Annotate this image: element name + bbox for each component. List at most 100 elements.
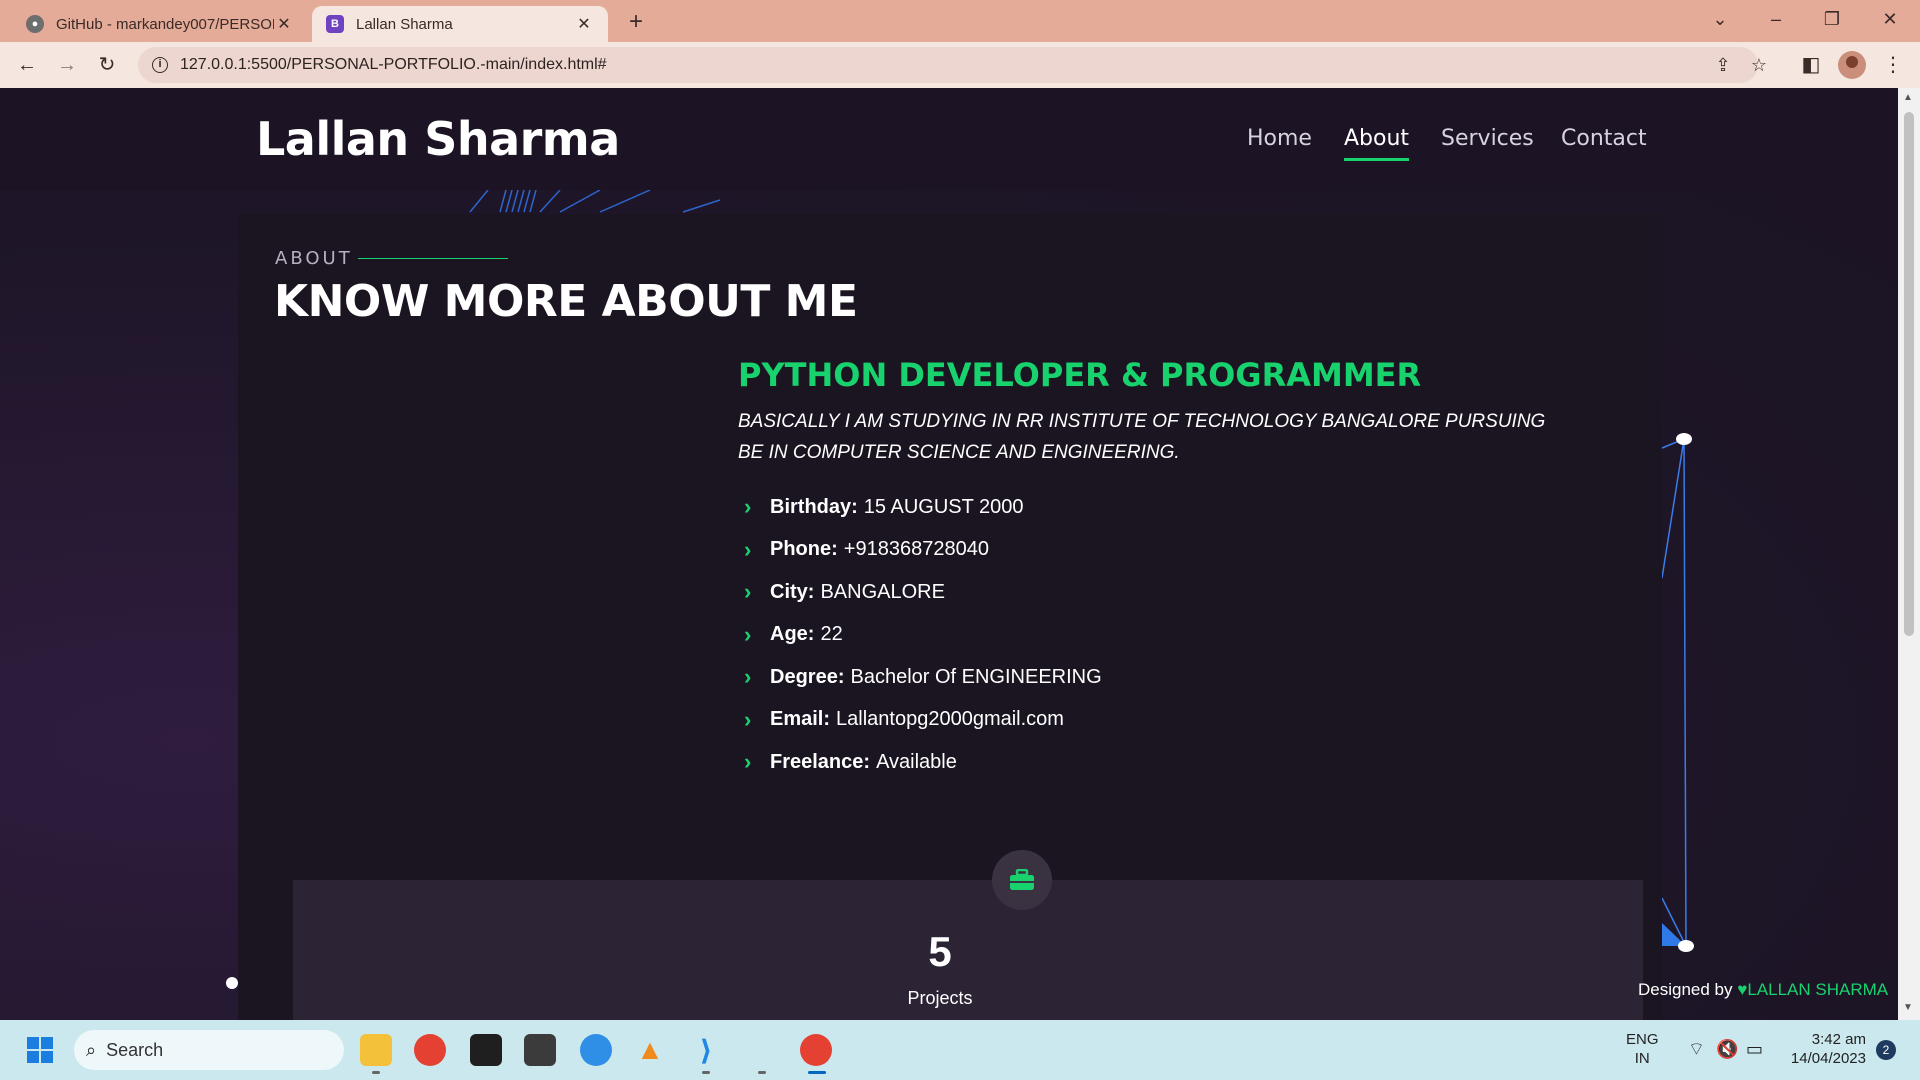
tab-github[interactable]: ● GitHub - markandey007/PERSON ✕ bbox=[12, 6, 308, 42]
briefcase-icon bbox=[992, 850, 1052, 910]
chevron-right-icon: › bbox=[744, 706, 752, 732]
clock-date: 14/04/2023 bbox=[1790, 1050, 1866, 1067]
vscode-icon[interactable]: ⟩ bbox=[690, 1034, 722, 1066]
fact-freelance: › Freelance: Available bbox=[738, 741, 1102, 784]
facts-list: › Birthday: 15 AUGUST 2000 › Phone: +9183687… bbox=[738, 486, 1102, 784]
side-panel-icon[interactable]: ◧ bbox=[1796, 50, 1826, 80]
running-indicator bbox=[758, 1071, 766, 1074]
scroll-up-icon[interactable]: ▲ bbox=[1903, 92, 1913, 103]
fact-degree: › Degree: Bachelor Of ENGINEERING bbox=[738, 656, 1102, 699]
about-description: BASICALLY I AM STUDYING IN RR INSTITUTE … bbox=[738, 411, 1546, 463]
vlc-icon[interactable]: ▲ bbox=[634, 1034, 666, 1066]
fact-phone: › Phone: +918368728040 bbox=[738, 529, 1102, 572]
fact-value: Available bbox=[876, 750, 957, 773]
minimize-button[interactable]: – bbox=[1748, 0, 1804, 40]
fact-value: 22 bbox=[820, 623, 843, 646]
chevron-right-icon: › bbox=[744, 664, 752, 690]
windows-start-icon[interactable] bbox=[24, 1034, 56, 1066]
reload-icon[interactable]: ↻ bbox=[92, 50, 122, 80]
about-section: ABOUT KNOW MORE ABOUT ME PYTHON DEVELOPE… bbox=[238, 214, 1662, 1020]
url-text[interactable]: 127.0.0.1:5500/PERSONAL-PORTFOLIO.-main/… bbox=[180, 56, 607, 74]
eyebrow-divider bbox=[358, 258, 508, 259]
running-indicator bbox=[372, 1071, 380, 1074]
language-code: ENG bbox=[1626, 1031, 1659, 1048]
star-icon[interactable]: ☆ bbox=[1744, 47, 1774, 83]
counter-label: Projects bbox=[907, 988, 973, 1008]
tab-title: GitHub - markandey007/PERSON bbox=[56, 15, 274, 33]
heart-icon: ♥ bbox=[1737, 980, 1748, 999]
fact-key: Birthday: bbox=[770, 495, 858, 518]
avatar-icon[interactable] bbox=[1838, 51, 1866, 79]
fact-value: BANGALORE bbox=[820, 580, 945, 603]
language-indicator[interactable]: ENG IN bbox=[1626, 1030, 1659, 1068]
tab-title: Lallan Sharma bbox=[356, 15, 453, 33]
fact-city: › City: BANGALORE bbox=[738, 571, 1102, 614]
running-indicator bbox=[702, 1071, 710, 1074]
kebab-menu-icon[interactable]: ⋮ bbox=[1878, 50, 1908, 80]
chevron-right-icon: › bbox=[744, 621, 752, 647]
fact-key: Freelance: bbox=[770, 750, 871, 773]
site-info-icon[interactable]: i bbox=[152, 57, 168, 73]
fact-value: 15 AUGUST 2000 bbox=[863, 495, 1024, 518]
chevron-right-icon: › bbox=[744, 579, 752, 605]
taskbar-search[interactable]: ⌕ Search bbox=[74, 1030, 344, 1070]
file-explorer-icon[interactable] bbox=[360, 1034, 392, 1066]
fact-key: City: bbox=[770, 580, 815, 603]
section-eyebrow: ABOUT bbox=[275, 248, 353, 269]
chrome-active-icon[interactable] bbox=[800, 1034, 832, 1066]
fact-key: Degree: bbox=[770, 665, 845, 688]
credits-prefix: Designed by bbox=[1638, 980, 1738, 999]
active-app-indicator bbox=[808, 1071, 826, 1074]
arrow-right-icon[interactable]: → bbox=[52, 50, 82, 80]
scroll-down-icon[interactable]: ▼ bbox=[1903, 1002, 1913, 1013]
notification-badge[interactable]: 2 bbox=[1876, 1040, 1896, 1060]
scroll-thumb[interactable] bbox=[1904, 112, 1914, 636]
clock[interactable]: 3:42 am 14/04/2023 bbox=[1782, 1030, 1866, 1068]
search-placeholder: Search bbox=[106, 1039, 164, 1060]
chevron-right-icon: › bbox=[744, 494, 752, 520]
nav-about[interactable]: About bbox=[1344, 126, 1410, 161]
close-tab-icon[interactable]: ✕ bbox=[274, 14, 294, 34]
browser-tab-strip: ● GitHub - markandey007/PERSON ✕ B Lalla… bbox=[0, 0, 1920, 42]
speaker-muted-icon[interactable]: 🔇 bbox=[1716, 1040, 1738, 1059]
arrow-left-icon[interactable]: ← bbox=[12, 50, 42, 80]
fact-key: Email: bbox=[770, 708, 831, 731]
footer-credits: Designed by ♥LALLAN SHARMA bbox=[1638, 980, 1888, 1000]
browser-toolbar: ← → ↻ i 127.0.0.1:5500/PERSONAL-PORTFOLI… bbox=[0, 42, 1920, 88]
nav-contact[interactable]: Contact bbox=[1561, 126, 1647, 151]
battery-icon[interactable]: ▭ bbox=[1746, 1040, 1763, 1059]
page-scrollbar[interactable]: ▲ ▼ bbox=[1898, 88, 1920, 1020]
tab-search-chevron-icon[interactable]: ⌄ bbox=[1692, 0, 1748, 40]
new-tab-button[interactable]: + bbox=[622, 8, 650, 36]
page-viewport: Lallan Sharma Home About Services Contac… bbox=[0, 88, 1898, 1020]
credits-name[interactable]: LALLAN SHARMA bbox=[1747, 980, 1888, 999]
tab-lallan-sharma[interactable]: B Lallan Sharma ✕ bbox=[312, 6, 608, 42]
chevron-right-icon: › bbox=[744, 536, 752, 562]
address-bar[interactable]: i 127.0.0.1:5500/PERSONAL-PORTFOLIO.-mai… bbox=[138, 47, 1767, 83]
share-icon[interactable]: ⇪ bbox=[1708, 47, 1738, 83]
projects-counter: 5 Projects bbox=[293, 850, 1643, 1020]
nav-home[interactable]: Home bbox=[1247, 126, 1312, 151]
github-icon: ● bbox=[26, 15, 44, 33]
fact-birthday: › Birthday: 15 AUGUST 2000 bbox=[738, 486, 1102, 529]
wifi-icon[interactable]: ⌔ bbox=[1688, 1040, 1705, 1059]
close-tab-icon[interactable]: ✕ bbox=[574, 14, 594, 34]
bootstrap-icon: B bbox=[326, 15, 344, 33]
counter-number: 5 bbox=[928, 928, 952, 975]
fact-email: › Email: Lallantopg2000gmail.com bbox=[738, 699, 1102, 742]
site-logo[interactable]: Lallan Sharma bbox=[256, 112, 620, 166]
fact-value: Lallantopg2000gmail.com bbox=[836, 708, 1064, 731]
fact-value: +918368728040 bbox=[843, 538, 989, 561]
restore-button[interactable]: ❐ bbox=[1804, 0, 1860, 40]
fact-key: Phone: bbox=[770, 538, 838, 561]
clock-time: 3:42 am bbox=[1811, 1031, 1866, 1048]
chrome-profile-icon[interactable] bbox=[580, 1034, 612, 1066]
about-subtitle: PYTHON DEVELOPER & PROGRAMMER bbox=[738, 356, 1422, 394]
close-window-button[interactable]: ✕ bbox=[1862, 0, 1918, 40]
chrome-icon[interactable] bbox=[414, 1034, 446, 1066]
nav-services[interactable]: Services bbox=[1441, 126, 1534, 151]
fact-key: Age: bbox=[770, 623, 815, 646]
terminal-icon[interactable] bbox=[470, 1034, 502, 1066]
terminal-window-icon[interactable] bbox=[524, 1034, 556, 1066]
chevron-right-icon: › bbox=[744, 749, 752, 775]
